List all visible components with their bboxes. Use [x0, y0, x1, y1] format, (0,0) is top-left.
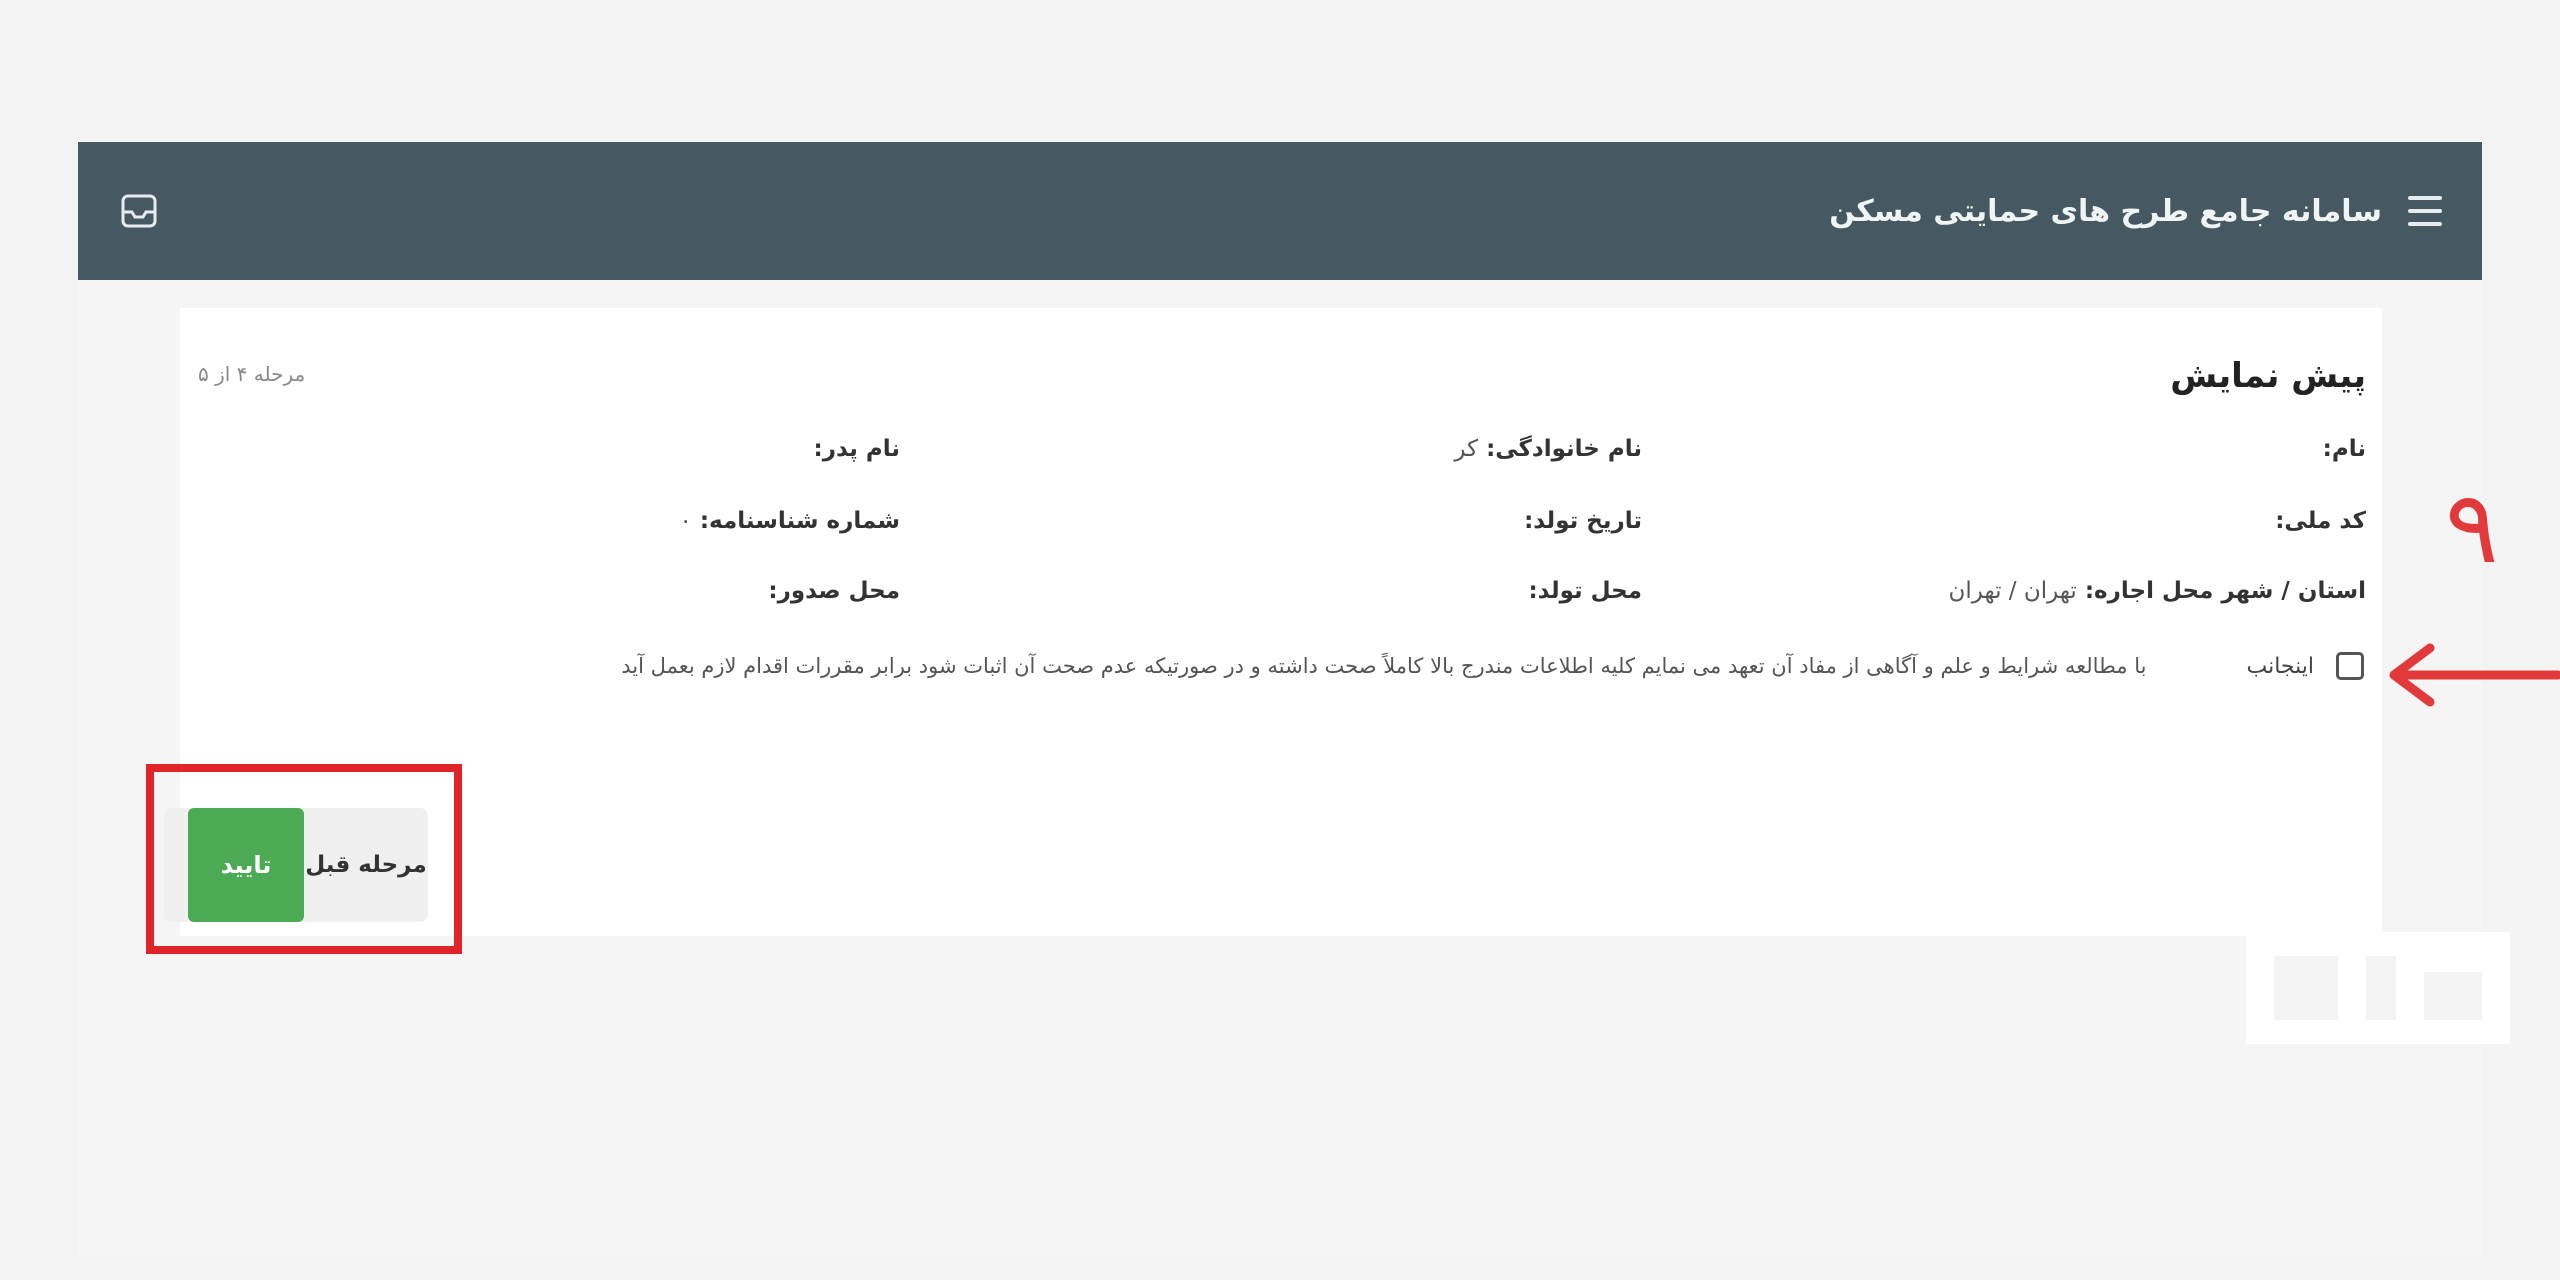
top-bar-title-group: سامانه جامع طرح های حمایتی مسکن [1829, 194, 2442, 229]
step-indicator: مرحله ۴ از ۵ [198, 362, 306, 386]
field-family-name: نام خانوادگی: کر [1454, 436, 1642, 462]
agreement-label[interactable]: اینجانب [2246, 654, 2314, 679]
annotation-step-number: ۹ [2445, 469, 2499, 586]
field-birth-place-label: محل تولد: [1528, 578, 1642, 604]
field-rental-location-label: استان / شهر محل اجاره: [2084, 578, 2366, 604]
agreement-checkbox[interactable] [2336, 652, 2364, 680]
page-title: پیش نمایش [2170, 356, 2366, 396]
field-national-code-label: کد ملی: [2275, 508, 2366, 534]
field-name: نام: [2315, 436, 2366, 462]
field-rental-location-value: تهران / تهران [1948, 578, 2077, 604]
field-issue-place-label: محل صدور: [768, 578, 900, 604]
field-name-label: نام: [2322, 436, 2366, 462]
field-id-number: شماره شناسنامه: ۰ [679, 508, 900, 534]
field-issue-place: محل صدور: [760, 578, 900, 604]
annotation-highlight-box [146, 764, 462, 954]
watermark-logo-icon [2246, 932, 2510, 1044]
field-birth-place: محل تولد: [1520, 578, 1642, 604]
hamburger-menu-icon[interactable] [2408, 196, 2442, 226]
inbox-tray-icon[interactable] [118, 190, 160, 232]
app-title: سامانه جامع طرح های حمایتی مسکن [1829, 193, 2382, 229]
field-rental-location: استان / شهر محل اجاره: تهران / تهران [1949, 578, 2366, 604]
field-national-code: کد ملی: [2267, 508, 2366, 534]
field-birth-date: تاریخ تولد: [1516, 508, 1642, 534]
top-bar: سامانه جامع طرح های حمایتی مسکن [78, 142, 2482, 280]
agreement-row: اینجانب با مطالعه شرایط و علم و آگاهی از… [621, 652, 2364, 680]
field-family-name-value: کر [1454, 436, 1479, 462]
field-father-name-label: نام پدر: [813, 436, 901, 462]
field-family-name-label: نام خانوادگی: [1486, 436, 1642, 462]
field-birth-date-label: تاریخ تولد: [1524, 508, 1642, 534]
field-id-number-value: ۰ [679, 508, 692, 534]
field-id-number-label: شماره شناسنامه: [699, 508, 900, 534]
preview-card: پیش نمایش مرحله ۴ از ۵ نام: نام خانوادگی… [180, 308, 2382, 936]
agreement-text: با مطالعه شرایط و علم و آگاهی از مفاد آن… [621, 654, 2147, 678]
field-father-name: نام پدر: [806, 436, 901, 462]
annotation-arrow-icon [2389, 643, 2560, 707]
